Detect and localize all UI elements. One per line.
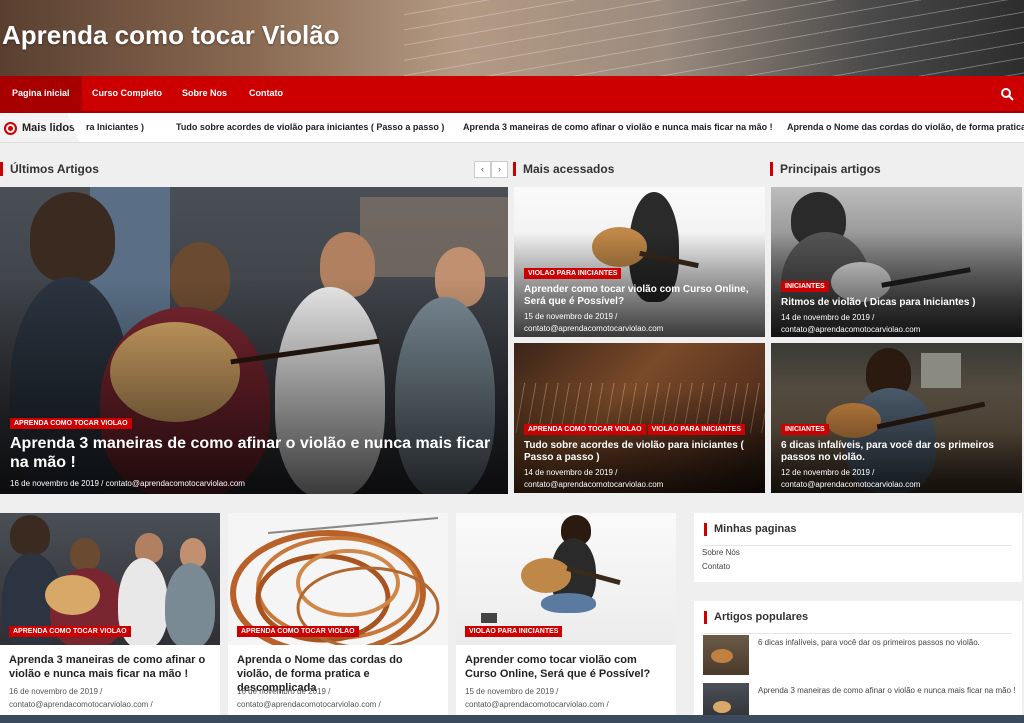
article-author[interactable]: contato@aprendacomotocarviolao.com <box>781 325 920 334</box>
tile-title[interactable]: Aprender como tocar violão com Curso Onl… <box>465 653 668 681</box>
record-icon <box>4 121 17 135</box>
article-tile[interactable]: APRENDA COMO TOCAR VIOLAO Aprenda o Nome… <box>228 513 448 715</box>
os-taskbar <box>0 715 1024 723</box>
article-date: 15 de novembro de 2019 / <box>524 312 618 321</box>
featured-meta: 16 de novembro de 2019 / contato@aprenda… <box>10 479 245 489</box>
ticker-item[interactable]: Tudo sobre acordes de violão para inicia… <box>176 122 444 132</box>
article-tile[interactable]: VIOLAO PARA INICIANTES Aprender como toc… <box>456 513 676 715</box>
page-link-sobre[interactable]: Sobre Nós <box>702 548 740 557</box>
principal-card[interactable]: INICIANTES 6 dicas infalíveis, para você… <box>771 343 1022 493</box>
widget-title: Minhas paginas <box>704 523 797 536</box>
tile-date: 16 de novembro de 2019 / <box>9 687 103 696</box>
principal-card[interactable]: INICIANTES Ritmos de violão ( Dicas para… <box>771 187 1022 337</box>
article-author[interactable]: contato@aprendacomotocarviolao.com <box>781 480 920 489</box>
article-date: 14 de novembro de 2019 / <box>781 313 875 322</box>
featured-title[interactable]: Aprenda 3 maneiras de como afinar o viol… <box>10 434 500 472</box>
tile-date: 16 de novembro de 2019 / <box>237 687 331 696</box>
article-title[interactable]: Ritmos de violão ( Dicas para Iniciantes… <box>781 297 1014 309</box>
nav-item-sobre[interactable]: Sobre Nos <box>170 76 239 111</box>
category-badge[interactable]: APRENDA COMO TOCAR VIOLAO <box>10 418 132 429</box>
category-badge[interactable]: INICIANTES <box>781 424 829 435</box>
article-author[interactable]: contato@aprendacomotocarviolao.com <box>524 324 663 333</box>
tile-author[interactable]: contato@aprendacomotocarviolao.com / <box>9 700 153 709</box>
featured-article-card[interactable]: APRENDA COMO TOCAR VIOLAO Aprenda 3 mane… <box>0 187 508 494</box>
site-header: Aprenda como tocar Violão <box>0 0 1024 76</box>
ticker-bar: Mais lidos ra Iniciantes ) Tudo sobre ac… <box>0 113 1024 143</box>
tile-author[interactable]: contato@aprendacomotocarviolao.com / <box>237 700 381 709</box>
nav-item-curso[interactable]: Curso Completo <box>80 76 174 111</box>
widget-title: Artigos populares <box>704 611 808 624</box>
article-author[interactable]: contato@aprendacomotocarviolao.com <box>524 480 663 489</box>
ticker-label: Mais lidos <box>0 113 80 142</box>
category-badge[interactable]: APRENDA COMO TOCAR VIOLAO <box>524 424 646 435</box>
widget-minhas-paginas: Minhas paginas Sobre Nós Contato <box>694 513 1022 582</box>
article-date: 12 de novembro de 2019 / <box>781 468 875 477</box>
popular-link[interactable]: Aprenda 3 maneiras de como afinar o viol… <box>758 685 1016 697</box>
category-badge[interactable]: VIOLAO PARA INICIANTES <box>465 626 563 637</box>
article-tile[interactable]: APRENDA COMO TOCAR VIOLAO Aprenda 3 mane… <box>0 513 220 715</box>
article-title[interactable]: 6 dicas infalíveis, para você dar os pri… <box>781 440 1014 464</box>
section-title-mais-acessados: Mais acessados <box>513 162 614 176</box>
mais-card[interactable]: VIOLAO PARA INICIANTES Aprender como toc… <box>514 187 765 337</box>
ticker-item[interactable]: Aprenda 3 maneiras de como afinar o viol… <box>463 122 773 132</box>
section-title-ultimos: Últimos Artigos <box>0 162 99 176</box>
main-nav: Pagina inicial Curso Completo Sobre Nos … <box>0 76 1024 113</box>
category-badge[interactable]: VIOLAO PARA INICIANTES <box>524 268 622 279</box>
featured-info: APRENDA COMO TOCAR VIOLAO Aprenda 3 mane… <box>10 412 500 490</box>
popular-link[interactable]: 6 dicas infalíveis, para você dar os pri… <box>758 637 1016 649</box>
chevron-right-icon[interactable]: › <box>491 161 508 178</box>
category-badge[interactable]: APRENDA COMO TOCAR VIOLAO <box>9 626 131 637</box>
category-badge[interactable]: INICIANTES <box>781 281 829 292</box>
category-badge[interactable]: APRENDA COMO TOCAR VIOLAO <box>237 626 359 637</box>
ticker-item[interactable]: ra Iniciantes ) <box>86 122 144 132</box>
widget-artigos-populares: Artigos populares 6 dicas infalíveis, pa… <box>694 601 1022 723</box>
site-title[interactable]: Aprenda como tocar Violão <box>2 20 340 51</box>
ticker-item[interactable]: Aprenda o Nome das cordas do violão, de … <box>787 122 1024 132</box>
tile-author[interactable]: contato@aprendacomotocarviolao.com / <box>465 700 609 709</box>
article-title[interactable]: Tudo sobre acordes de violão para inicia… <box>524 440 757 464</box>
header-background-strings <box>404 0 1024 76</box>
page-link-contato[interactable]: Contato <box>702 562 730 571</box>
search-icon[interactable] <box>1000 87 1014 101</box>
tile-title[interactable]: Aprenda 3 maneiras de como afinar o viol… <box>9 653 212 681</box>
article-date: 14 de novembro de 2019 / <box>524 468 618 477</box>
article-title[interactable]: Aprender como tocar violão com Curso Onl… <box>524 284 757 308</box>
mais-card[interactable]: APRENDA COMO TOCAR VIOLAO VIOLAO PARA INI… <box>514 343 765 493</box>
popular-thumb[interactable] <box>703 635 749 675</box>
tile-date: 15 de novembro de 2019 / <box>465 687 559 696</box>
nav-item-home[interactable]: Pagina inicial <box>0 76 82 111</box>
category-badge[interactable]: VIOLAO PARA INICIANTES <box>647 424 746 435</box>
section-title-principais: Principais artigos <box>770 162 881 176</box>
chevron-left-icon[interactable]: ‹ <box>474 161 491 178</box>
slider-arrows: ‹ › <box>474 161 508 178</box>
nav-item-contato[interactable]: Contato <box>237 76 295 111</box>
